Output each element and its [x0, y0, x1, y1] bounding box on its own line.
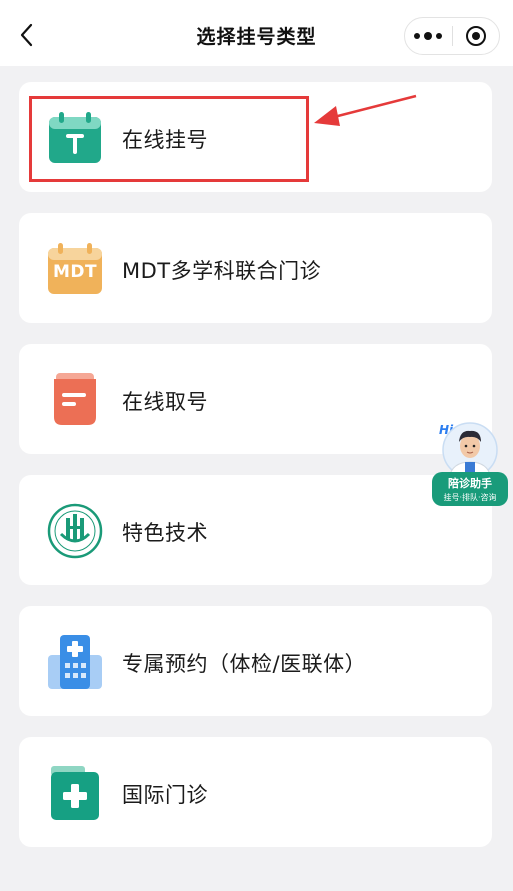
more-dots-icon — [424, 32, 433, 40]
annotation-arrow-icon — [314, 94, 417, 126]
more-dots-icon — [436, 33, 443, 39]
more-dots-icon — [414, 33, 421, 39]
target-icon — [465, 26, 486, 46]
assistant-name: 陪诊助手 — [448, 477, 492, 490]
option-mdt-clinic[interactable]: MDT MDT多学科联合门诊 — [19, 213, 492, 323]
ticket-icon — [46, 371, 104, 429]
calendar-mdt-icon: MDT — [46, 240, 104, 298]
option-label: 在线挂号 — [122, 128, 208, 152]
hospital-logo-icon — [46, 502, 104, 560]
close-mini-program-button[interactable] — [453, 18, 500, 54]
option-label: 特色技术 — [122, 521, 208, 545]
assistant-badge: 陪诊助手 挂号·排队·咨询 — [432, 472, 508, 506]
assistant-subtitle: 挂号·排队·咨询 — [443, 493, 497, 502]
option-label: 专属预约（体检/医联体） — [122, 652, 367, 676]
more-button[interactable] — [405, 18, 452, 54]
option-label: MDT多学科联合门诊 — [122, 259, 322, 283]
option-label: 国际门诊 — [122, 783, 208, 807]
nav-bar: 选择挂号类型 — [0, 0, 513, 66]
option-international-clinic[interactable]: 国际门诊 — [19, 737, 492, 847]
option-online-registration[interactable]: 在线挂号 — [19, 82, 492, 192]
mini-program-capsule — [404, 17, 500, 55]
option-exclusive-appointment[interactable]: 专属预约（体检/医联体） — [19, 606, 492, 716]
calendar-t-icon — [46, 109, 104, 167]
option-online-ticket[interactable]: 在线取号 — [19, 344, 492, 454]
option-featured-technology[interactable]: 特色技术 — [19, 475, 492, 585]
doctor-avatar-icon — [442, 422, 498, 478]
escort-assistant-button[interactable]: Hi 陪诊助手 挂号·排队·咨询 — [430, 420, 510, 510]
mdt-icon-text: MDT — [52, 262, 98, 282]
option-label: 在线取号 — [122, 390, 208, 414]
medical-kit-icon — [46, 764, 104, 822]
building-cross-icon — [46, 633, 104, 691]
